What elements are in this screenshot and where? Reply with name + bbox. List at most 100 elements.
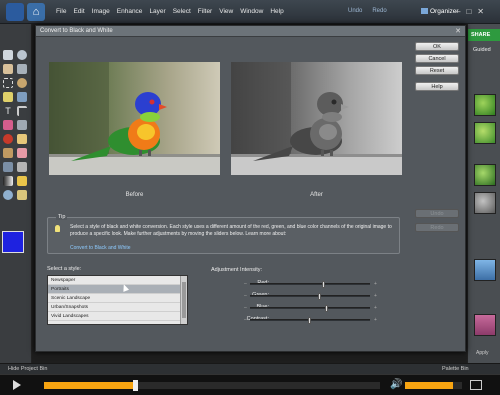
list-item[interactable]: Urban/Snapshots xyxy=(48,303,181,312)
list-scrollbar[interactable] xyxy=(180,276,187,324)
effect-thumbnail[interactable] xyxy=(474,94,496,116)
contrast-slider[interactable]: – + xyxy=(244,317,377,324)
scrollbar-thumb[interactable] xyxy=(182,282,186,318)
menu-view[interactable]: View xyxy=(219,8,233,15)
menu-help[interactable]: Help xyxy=(270,8,283,15)
hand-tool-icon[interactable] xyxy=(3,64,13,74)
green-slider[interactable]: – + xyxy=(244,293,377,300)
move-tool-icon[interactable] xyxy=(3,50,13,60)
tip-learn-more-link[interactable]: Convert to Black and White xyxy=(70,245,131,251)
slider-minus-icon: – xyxy=(244,281,247,287)
list-item[interactable]: Scenic Landscape xyxy=(48,294,181,303)
before-photo xyxy=(49,62,220,175)
gradient-tool-icon[interactable] xyxy=(3,176,13,186)
red-slider[interactable]: – + xyxy=(244,281,377,288)
maximize-button[interactable]: □ xyxy=(466,7,471,16)
seek-bar[interactable] xyxy=(44,380,380,391)
volume-icon[interactable]: 🔊 xyxy=(390,380,402,390)
tip-label: Tip xyxy=(56,214,68,220)
style-list[interactable]: Newspaper Portraits Scenic Landscape Urb… xyxy=(47,275,188,325)
before-preview-image xyxy=(49,62,220,175)
lasso-tool-icon[interactable] xyxy=(17,78,27,88)
effect-thumbnail[interactable] xyxy=(474,122,496,144)
menu-edit[interactable]: Edit xyxy=(73,8,84,15)
green-slider-handle[interactable] xyxy=(317,293,321,300)
seek-progress-fill xyxy=(44,382,135,389)
blue-slider-handle[interactable] xyxy=(324,305,328,312)
menu-file[interactable]: File xyxy=(56,8,66,15)
zoom-tool-icon[interactable] xyxy=(17,50,27,60)
paint-bucket-tool-icon[interactable] xyxy=(17,162,27,172)
brush-tool-icon[interactable] xyxy=(3,162,13,172)
dialog-titlebar[interactable]: Convert to Black and White ✕ xyxy=(36,26,465,37)
reset-button[interactable]: Reset xyxy=(415,66,459,75)
selection-brush-tool-icon[interactable] xyxy=(17,92,27,102)
hide-project-bin-toggle[interactable]: Hide Project Bin xyxy=(8,366,47,372)
apply-button[interactable]: Apply xyxy=(476,350,489,356)
blur-tool-icon[interactable] xyxy=(3,190,13,200)
red-eye-tool-icon[interactable] xyxy=(3,134,13,144)
after-caption: After xyxy=(310,192,323,198)
ok-button[interactable]: OK xyxy=(415,42,459,51)
project-bin-bar: Hide Project Bin Palette Bin xyxy=(0,363,500,374)
crop-tool-icon[interactable] xyxy=(17,106,27,116)
slider-minus-icon: – xyxy=(244,293,247,299)
tab-share[interactable]: SHARE xyxy=(468,29,500,41)
clone-stamp-tool-icon[interactable] xyxy=(3,148,13,158)
blue-slider[interactable]: – + xyxy=(244,305,377,312)
adjustment-intensity-label: Adjustment Intensity: xyxy=(211,267,263,273)
straighten-tool-icon[interactable] xyxy=(17,120,27,130)
eyedropper-tool-icon[interactable] xyxy=(17,64,27,74)
cookie-cutter-tool-icon[interactable] xyxy=(3,120,13,130)
tip-text: Select a style of black and white conver… xyxy=(70,224,392,237)
undo-button[interactable]: Undo xyxy=(348,8,362,14)
marquee-tool-icon[interactable] xyxy=(3,78,13,88)
sponge-tool-icon[interactable] xyxy=(17,190,27,200)
tab-guided[interactable]: Guided xyxy=(468,44,500,56)
foreground-color-swatch[interactable] xyxy=(2,231,24,253)
menu-filter[interactable]: Filter xyxy=(198,8,212,15)
help-button[interactable]: Help xyxy=(415,82,459,91)
home-icon[interactable]: ⌂ xyxy=(27,3,45,21)
eraser-tool-icon[interactable] xyxy=(17,148,27,158)
menu-select[interactable]: Select xyxy=(173,8,191,15)
menu-list: File Edit Image Enhance Layer Select Fil… xyxy=(56,8,284,15)
healing-brush-tool-icon[interactable] xyxy=(17,134,27,144)
shape-tool-icon[interactable] xyxy=(17,176,27,186)
redo-button[interactable]: Redo xyxy=(372,8,386,14)
menu-enhance[interactable]: Enhance xyxy=(117,8,143,15)
undo-redo-group: Undo Redo xyxy=(348,8,387,14)
redo-button-disabled[interactable]: Redo xyxy=(415,223,459,232)
lightbulb-icon xyxy=(55,225,60,232)
fullscreen-icon[interactable] xyxy=(470,380,482,390)
menu-image[interactable]: Image xyxy=(92,8,110,15)
dialog-close-icon[interactable]: ✕ xyxy=(455,27,461,35)
minimize-button[interactable]: – xyxy=(456,7,460,16)
menu-layer[interactable]: Layer xyxy=(149,8,165,15)
effect-thumbnail[interactable] xyxy=(474,192,496,214)
slider-minus-icon: – xyxy=(244,305,247,311)
effect-thumbnail[interactable] xyxy=(474,259,496,281)
before-caption: Before xyxy=(125,192,144,198)
list-item[interactable]: Vivid Landscapes xyxy=(48,312,181,321)
volume-slider[interactable] xyxy=(405,382,462,389)
palette-bin-toggle[interactable]: Palette Bin xyxy=(442,366,469,372)
after-preview-image xyxy=(231,62,402,175)
effect-thumbnail[interactable] xyxy=(474,164,496,186)
app-menubar: ⌂ File Edit Image Enhance Layer Select F… xyxy=(0,0,500,24)
seek-handle[interactable] xyxy=(132,380,138,391)
close-window-button[interactable]: ✕ xyxy=(477,7,484,16)
slider-plus-icon: + xyxy=(374,305,377,311)
contrast-slider-handle[interactable] xyxy=(308,317,311,324)
undo-button-disabled[interactable]: Undo xyxy=(415,209,459,218)
magic-wand-tool-icon[interactable] xyxy=(3,92,13,102)
list-item[interactable]: Portraits xyxy=(48,285,181,294)
slider-plus-icon: + xyxy=(374,281,377,287)
menu-window[interactable]: Window xyxy=(240,8,263,15)
list-item[interactable]: Newspaper xyxy=(48,276,181,285)
type-tool-icon[interactable]: T xyxy=(3,106,13,116)
play-icon[interactable] xyxy=(13,380,21,390)
cancel-button[interactable]: Cancel xyxy=(415,54,459,63)
effect-thumbnail[interactable] xyxy=(474,314,496,336)
red-slider-handle[interactable] xyxy=(322,281,326,288)
